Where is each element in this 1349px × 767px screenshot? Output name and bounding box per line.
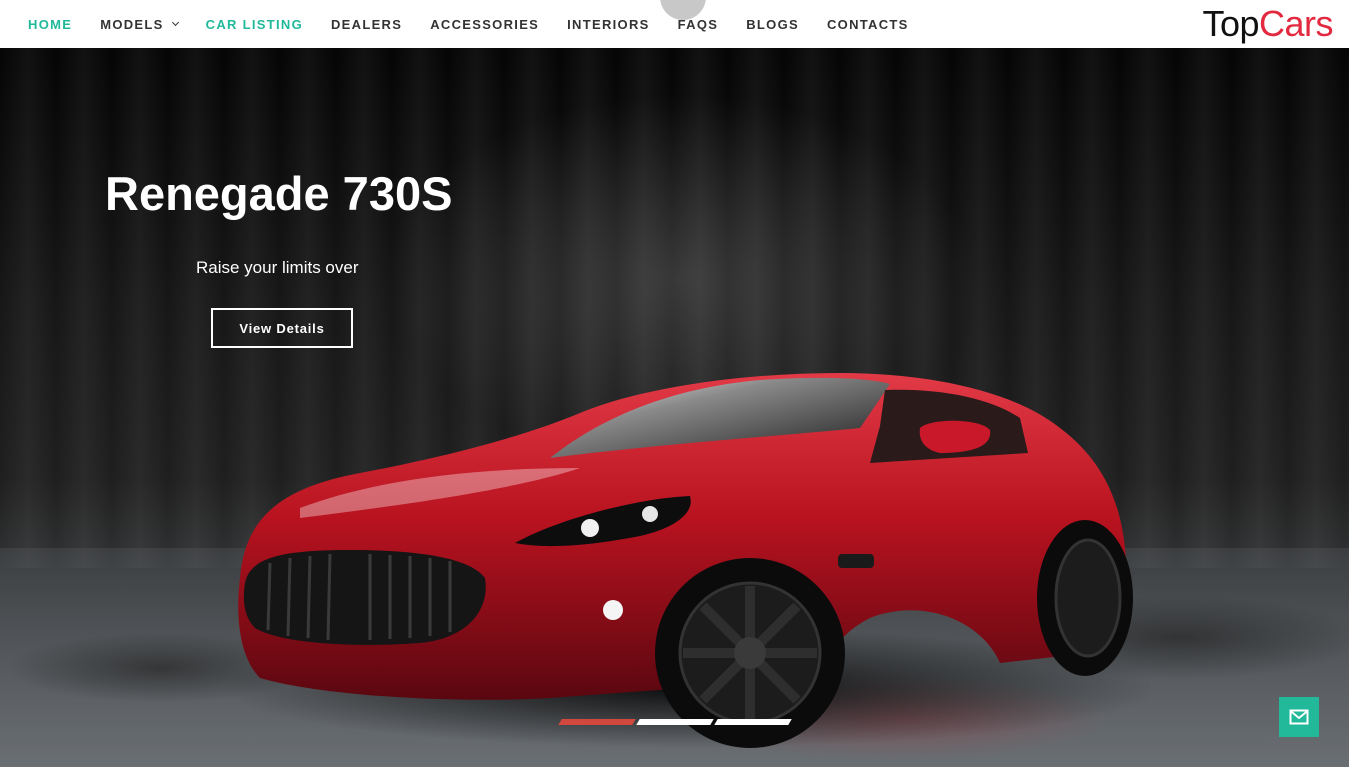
hero-subtitle: Raise your limits over (196, 258, 359, 277)
nav-blogs-label: BLOGS (746, 16, 799, 32)
nav-car-listing-label: CAR LISTING (205, 16, 303, 32)
nav-dealers-label: DEALERS (330, 16, 403, 32)
site-header: HOME MODELS CAR LISTING DEALERS ACCESSOR… (0, 0, 1349, 48)
nav-interiors[interactable]: INTERIORS (567, 17, 649, 32)
nav-dealers[interactable]: DEALERS (331, 17, 402, 32)
slider-pagination (558, 719, 794, 725)
logo-text-top: Top (1202, 3, 1259, 44)
hero-slider: Renegade 730S Raise your limits over Vie… (0, 48, 1349, 767)
nav-models[interactable]: MODELS (100, 16, 179, 32)
nav-interiors-label: INTERIORS (567, 16, 650, 32)
nav-home-label: HOME (28, 16, 73, 32)
nav-car-listing[interactable]: CAR LISTING (206, 17, 303, 32)
nav-accessories[interactable]: ACCESSORIES (430, 17, 539, 32)
chevron-down-icon (171, 18, 179, 26)
slider-dot-2[interactable] (636, 719, 714, 725)
nav-accessories-label: ACCESSORIES (430, 16, 540, 32)
nav-models-label: MODELS (100, 16, 164, 32)
nav-contacts[interactable]: CONTACTS (827, 17, 909, 32)
main-nav: HOME MODELS CAR LISTING DEALERS ACCESSOR… (0, 0, 937, 48)
view-details-button[interactable]: View Details (211, 308, 353, 348)
slider-dot-1[interactable] (558, 719, 636, 725)
car-image (220, 373, 1150, 748)
site-logo[interactable]: TopCars (1202, 4, 1333, 44)
nav-contacts-label: CONTACTS (826, 16, 909, 32)
logo-text-cars: Cars (1258, 3, 1334, 44)
hero-title: Renegade 730S (105, 167, 453, 220)
slider-dot-3[interactable] (714, 719, 792, 725)
mail-icon (1289, 709, 1309, 725)
nav-home[interactable]: HOME (28, 17, 72, 32)
contact-mail-button[interactable] (1279, 697, 1319, 737)
nav-blogs[interactable]: BLOGS (746, 17, 799, 32)
